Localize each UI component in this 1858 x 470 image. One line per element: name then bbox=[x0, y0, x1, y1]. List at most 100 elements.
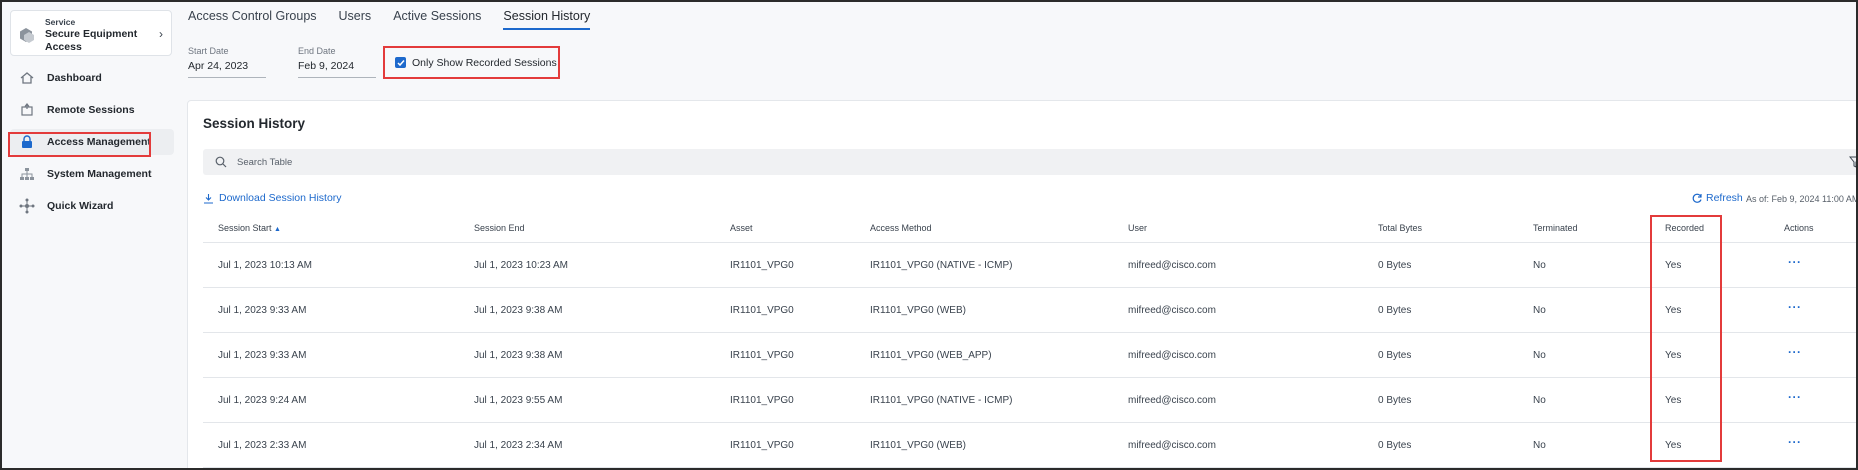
cell-session-end: Jul 1, 2023 9:38 AM bbox=[474, 350, 563, 361]
home-icon bbox=[18, 69, 36, 87]
cell-terminated: No bbox=[1533, 350, 1546, 361]
highlight-box bbox=[8, 132, 151, 157]
cell-user: mifreed@cisco.com bbox=[1128, 260, 1216, 271]
row-actions-menu-icon[interactable]: ··· bbox=[1788, 390, 1802, 404]
network-icon bbox=[18, 165, 36, 183]
cell-session-end: Jul 1, 2023 9:55 AM bbox=[474, 395, 563, 406]
sidebar-item-system-management[interactable]: System Management bbox=[10, 161, 174, 187]
tab-active-sessions[interactable]: Active Sessions bbox=[393, 2, 481, 30]
column-header-access-method[interactable]: Access Method bbox=[870, 223, 932, 233]
cell-terminated: No bbox=[1533, 395, 1546, 406]
cell-access-method: IR1101_VPG0 (NATIVE - ICMP) bbox=[870, 260, 1013, 271]
start-date-field[interactable]: Start Date Apr 24, 2023 bbox=[188, 46, 266, 78]
remote-sessions-icon bbox=[18, 101, 36, 119]
sort-ascending-icon: ▲ bbox=[274, 226, 281, 233]
cell-access-method: IR1101_VPG0 (NATIVE - ICMP) bbox=[870, 395, 1013, 406]
recorded-sessions-checkbox[interactable] bbox=[395, 57, 406, 68]
cell-terminated: No bbox=[1533, 260, 1546, 271]
recorded-sessions-filter: Only Show Recorded Sessions bbox=[383, 46, 560, 79]
cell-total-bytes: 0 Bytes bbox=[1378, 440, 1412, 451]
refresh-icon bbox=[1692, 193, 1702, 203]
cell-terminated: No bbox=[1533, 305, 1546, 316]
service-switcher[interactable]: Service Secure Equipment Access › bbox=[10, 10, 172, 56]
cell-session-start: Jul 1, 2023 2:33 AM bbox=[218, 440, 307, 451]
cell-session-start: Jul 1, 2023 9:33 AM bbox=[218, 350, 307, 361]
cell-total-bytes: 0 Bytes bbox=[1378, 395, 1412, 406]
cell-session-end: Jul 1, 2023 2:34 AM bbox=[474, 440, 563, 451]
sidebar-item-label: Dashboard bbox=[47, 72, 102, 84]
end-date-value[interactable]: Feb 9, 2024 bbox=[298, 60, 376, 78]
end-date-field[interactable]: End Date Feb 9, 2024 bbox=[298, 46, 376, 78]
tab-access-control-groups[interactable]: Access Control Groups bbox=[188, 2, 317, 30]
cell-user: mifreed@cisco.com bbox=[1128, 440, 1216, 451]
sidebar: Service Secure Equipment Access › Dashbo… bbox=[2, 2, 182, 468]
hexagon-icon bbox=[20, 28, 34, 43]
refresh-label: Refresh bbox=[1706, 192, 1743, 204]
row-actions-menu-icon[interactable]: ··· bbox=[1788, 300, 1802, 314]
table-header: Session Start ▲ Session End Asset Access… bbox=[203, 215, 1856, 243]
table-row[interactable]: Jul 1, 2023 9:33 AM Jul 1, 2023 9:38 AM … bbox=[203, 333, 1856, 378]
sidebar-item-label: Quick Wizard bbox=[47, 200, 114, 212]
table-row[interactable]: Jul 1, 2023 10:13 AM Jul 1, 2023 10:23 A… bbox=[203, 243, 1856, 288]
refresh-button[interactable]: Refresh bbox=[1691, 192, 1743, 204]
column-header-user[interactable]: User bbox=[1128, 223, 1147, 233]
download-label: Download Session History bbox=[219, 192, 342, 204]
cell-total-bytes: 0 Bytes bbox=[1378, 260, 1412, 271]
sidebar-item-quick-wizard[interactable]: Quick Wizard bbox=[10, 193, 174, 219]
cell-asset: IR1101_VPG0 bbox=[730, 260, 794, 271]
cell-asset: IR1101_VPG0 bbox=[730, 395, 794, 406]
search-placeholder: Search Table bbox=[237, 156, 293, 168]
cell-access-method: IR1101_VPG0 (WEB) bbox=[870, 305, 966, 316]
search-input[interactable]: Search Table bbox=[203, 149, 1858, 175]
download-icon bbox=[204, 193, 213, 204]
table-row[interactable]: Jul 1, 2023 2:33 AM Jul 1, 2023 2:34 AM … bbox=[203, 423, 1856, 468]
cell-session-end: Jul 1, 2023 10:23 AM bbox=[474, 260, 568, 271]
cell-total-bytes: 0 Bytes bbox=[1378, 305, 1412, 316]
cell-session-end: Jul 1, 2023 9:38 AM bbox=[474, 305, 563, 316]
column-header-actions: Actions bbox=[1784, 223, 1814, 233]
cell-total-bytes: 0 Bytes bbox=[1378, 350, 1412, 361]
app-window: Service Secure Equipment Access › Dashbo… bbox=[0, 0, 1858, 470]
cell-terminated: No bbox=[1533, 440, 1546, 451]
highlight-box bbox=[1650, 215, 1722, 462]
column-header-total-bytes[interactable]: Total Bytes bbox=[1378, 223, 1422, 233]
cell-user: mifreed@cisco.com bbox=[1128, 350, 1216, 361]
table-row[interactable]: Jul 1, 2023 9:33 AM Jul 1, 2023 9:38 AM … bbox=[203, 288, 1856, 333]
cell-access-method: IR1101_VPG0 (WEB_APP) bbox=[870, 350, 992, 361]
service-kicker: Service bbox=[45, 17, 76, 27]
cell-user: mifreed@cisco.com bbox=[1128, 395, 1216, 406]
cell-access-method: IR1101_VPG0 (WEB) bbox=[870, 440, 966, 451]
column-header-session-start[interactable]: Session Start ▲ bbox=[218, 223, 281, 233]
session-history-panel: Session History Search Table Download Se… bbox=[187, 100, 1858, 468]
service-title: Secure Equipment Access bbox=[45, 28, 138, 53]
sidebar-item-dashboard[interactable]: Dashboard bbox=[10, 65, 174, 91]
filter-icon[interactable] bbox=[1849, 156, 1858, 168]
column-header-terminated[interactable]: Terminated bbox=[1533, 223, 1578, 233]
column-header-session-end[interactable]: Session End bbox=[474, 223, 525, 233]
tab-bar: Access Control Groups Users Active Sessi… bbox=[188, 2, 612, 32]
cell-asset: IR1101_VPG0 bbox=[730, 305, 794, 316]
wizard-icon bbox=[18, 197, 36, 215]
tab-session-history[interactable]: Session History bbox=[503, 2, 591, 30]
as-of-timestamp: As of: Feb 9, 2024 11:00 AM bbox=[1746, 194, 1858, 204]
cell-session-start: Jul 1, 2023 10:13 AM bbox=[218, 260, 312, 271]
end-date-label: End Date bbox=[298, 46, 336, 56]
recorded-sessions-label[interactable]: Only Show Recorded Sessions bbox=[412, 57, 557, 69]
row-actions-menu-icon[interactable]: ··· bbox=[1788, 435, 1802, 449]
sidebar-item-label: System Management bbox=[47, 168, 152, 180]
cell-asset: IR1101_VPG0 bbox=[730, 350, 794, 361]
cell-asset: IR1101_VPG0 bbox=[730, 440, 794, 451]
start-date-label: Start Date bbox=[188, 46, 229, 56]
sidebar-item-label: Remote Sessions bbox=[47, 104, 135, 116]
row-actions-menu-icon[interactable]: ··· bbox=[1788, 345, 1802, 359]
cell-session-start: Jul 1, 2023 9:33 AM bbox=[218, 305, 307, 316]
tab-users[interactable]: Users bbox=[339, 2, 372, 30]
sidebar-item-remote-sessions[interactable]: Remote Sessions bbox=[10, 97, 174, 123]
column-header-asset[interactable]: Asset bbox=[730, 223, 753, 233]
row-actions-menu-icon[interactable]: ··· bbox=[1788, 255, 1802, 269]
cell-session-start: Jul 1, 2023 9:24 AM bbox=[218, 395, 307, 406]
start-date-value[interactable]: Apr 24, 2023 bbox=[188, 60, 266, 78]
download-session-history-link[interactable]: Download Session History bbox=[203, 192, 342, 204]
table-row[interactable]: Jul 1, 2023 9:24 AM Jul 1, 2023 9:55 AM … bbox=[203, 378, 1856, 423]
chevron-right-icon: › bbox=[159, 27, 163, 41]
